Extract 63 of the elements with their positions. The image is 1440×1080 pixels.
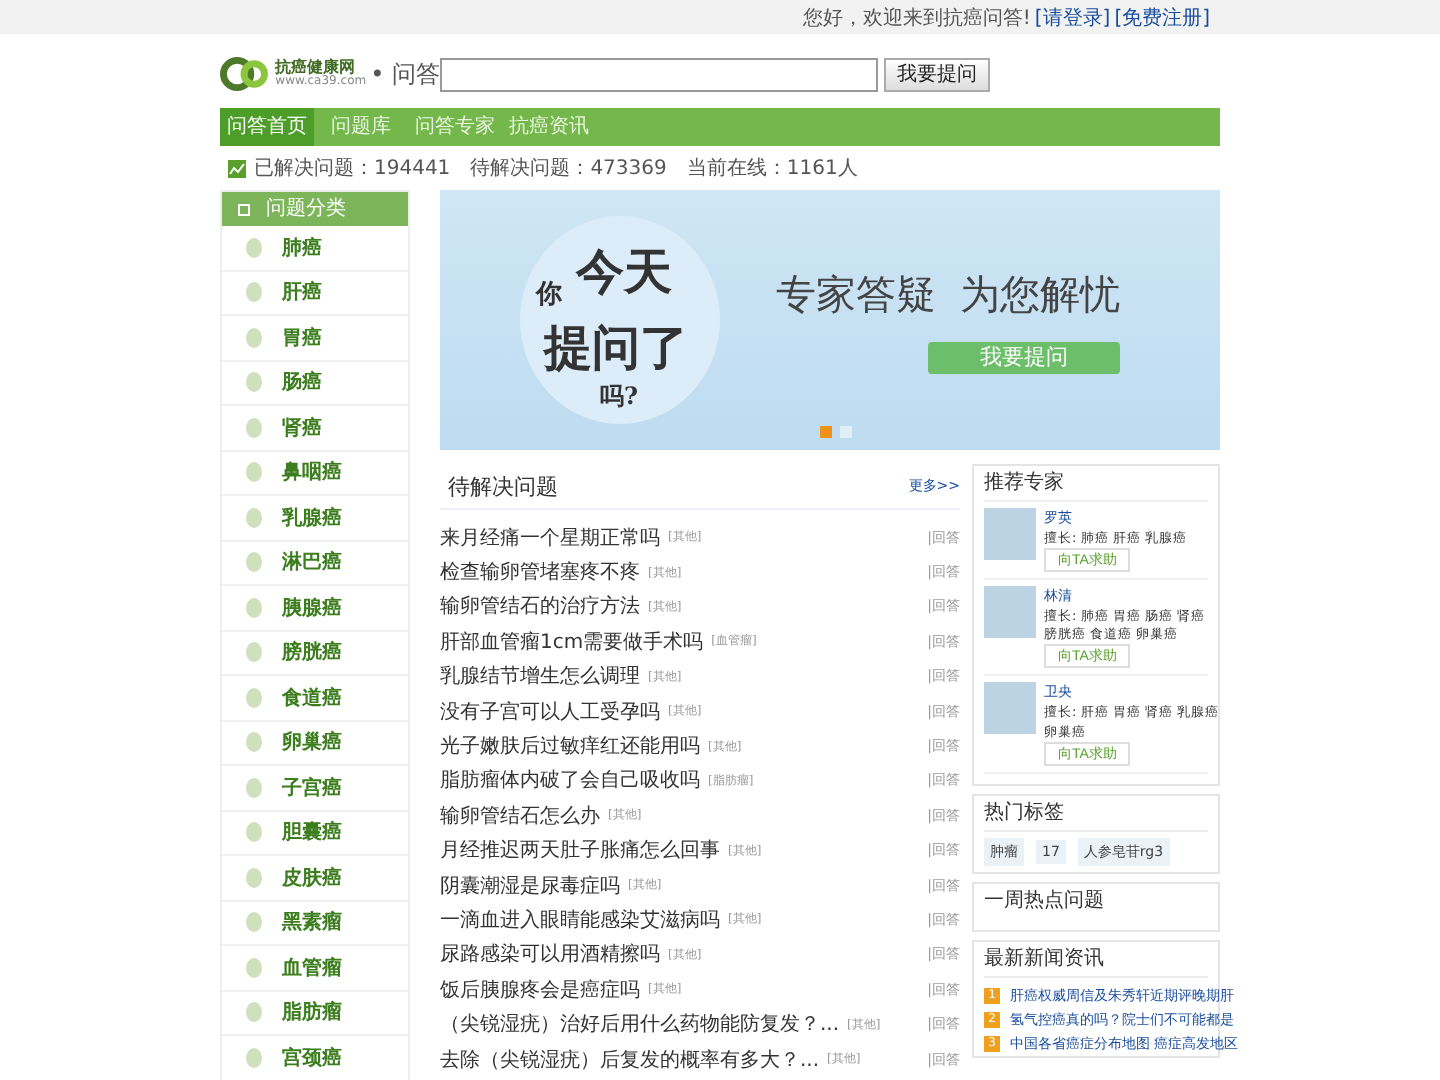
category-item[interactable]: 脂肪瘤 — [222, 991, 408, 1036]
category-item[interactable]: 胰腺癌 — [222, 586, 408, 631]
logo-icon — [220, 54, 272, 94]
login-link[interactable]: [请登录] — [1034, 3, 1111, 31]
logo-suffix: • 问答 — [370, 57, 440, 91]
category-item[interactable]: 宫颈癌 — [222, 1036, 408, 1080]
panel-title: 推荐专家 — [984, 466, 1208, 502]
question-link[interactable]: 检查输卵管堵塞疼不疼 — [440, 558, 640, 587]
photo-placeholder — [984, 682, 1036, 735]
panel-title: 最新新闻资讯 — [984, 941, 1208, 978]
stat-text: 当前在线：1161人 — [686, 155, 858, 182]
question-link[interactable]: 光子嫩肤后过敏痒红还能用吗 — [440, 732, 700, 761]
question-link[interactable]: 脂肪瘤体内破了会自己吸收吗 — [440, 766, 700, 795]
bubble-text: 今天 — [576, 240, 672, 304]
register-link[interactable]: [免费注册] — [1114, 3, 1210, 31]
category-item[interactable]: 胃癌 — [222, 316, 408, 361]
question-link[interactable]: 去除（尖锐湿疣）后复发的概率有多大？... — [440, 1045, 820, 1074]
category-item[interactable]: 胆囊癌 — [222, 811, 408, 856]
search-field[interactable] — [440, 57, 878, 91]
chart-icon — [228, 159, 246, 177]
logo-name: 抗癌健康网 — [275, 60, 356, 76]
category-item[interactable]: 肺癌 — [222, 226, 408, 271]
question-link[interactable]: 阴囊潮湿是尿毒症吗 — [440, 871, 620, 900]
category-item[interactable]: 子宫癌 — [222, 766, 408, 811]
category-item[interactable]: 皮肤癌 — [222, 856, 408, 901]
bubble-text: 你 — [536, 278, 562, 312]
banner-headline: 专家答疑 — [776, 267, 936, 321]
question-link[interactable]: 输卵管结石的治疗方法 — [440, 592, 640, 621]
question-link[interactable]: 乳腺结节增生怎么调理 — [440, 662, 640, 691]
bubble-text: 提问了 — [544, 316, 688, 380]
category-item[interactable]: 食道癌 — [222, 676, 408, 721]
category-header: 问题分类 — [222, 192, 408, 226]
question-link[interactable]: （尖锐湿疣）治好后用什么药物能防复发？... — [440, 1010, 840, 1039]
photo-placeholder — [984, 508, 1036, 560]
photo-placeholder — [984, 586, 1036, 639]
question-link[interactable]: 来月经痛一个星期正常吗 — [440, 523, 660, 552]
nav-tab[interactable]: 问答首页 — [220, 108, 314, 146]
category-item[interactable]: 乳腺癌 — [222, 496, 408, 541]
category-item[interactable]: 肠癌 — [222, 361, 408, 406]
category-item[interactable]: 淋巴癌 — [222, 541, 408, 586]
greeting-text: 您好，欢迎来到抗癌问答! — [802, 5, 1031, 31]
category-item[interactable]: 血管瘤 — [222, 946, 408, 991]
category-item[interactable]: 卵巢癌 — [222, 721, 408, 766]
question-link[interactable]: 尿路感染可以用酒精擦吗 — [440, 940, 660, 969]
category-item[interactable]: 黑素瘤 — [222, 901, 408, 946]
question-link[interactable]: 肝部血管瘤1cm需要做手术吗 — [440, 627, 704, 656]
category-item[interactable]: 肾癌 — [222, 406, 408, 451]
question-link[interactable]: 没有子宫可以人工受孕吗 — [440, 697, 660, 726]
question-link[interactable]: 输卵管结石怎么办 — [440, 801, 600, 830]
banner-subline: 为您解忧 — [960, 267, 1120, 321]
bubble-text: 吗? — [600, 380, 639, 414]
category-item[interactable]: 膀胱癌 — [222, 631, 408, 676]
question-link[interactable]: 一滴血进入眼睛能感染艾滋病吗 — [440, 905, 720, 934]
panel-title: 热门标签 — [984, 795, 1208, 832]
panel-title: 一周热点问题 — [984, 887, 1106, 916]
category-item[interactable]: 肝癌 — [222, 271, 408, 316]
section-title: 待解决问题 — [448, 471, 558, 501]
category-item[interactable]: 鼻咽癌 — [222, 451, 408, 496]
stat-text: 待解决问题：473369 — [470, 155, 667, 182]
ask-button[interactable]: 我要提问 — [884, 57, 990, 91]
question-link[interactable]: 月经推迟两天肚子胀痛怎么回事 — [440, 836, 720, 865]
stat-text: 已解决问题：194441 — [254, 155, 451, 182]
question-link[interactable]: 饭后胰腺疼会是癌症吗 — [440, 975, 640, 1004]
